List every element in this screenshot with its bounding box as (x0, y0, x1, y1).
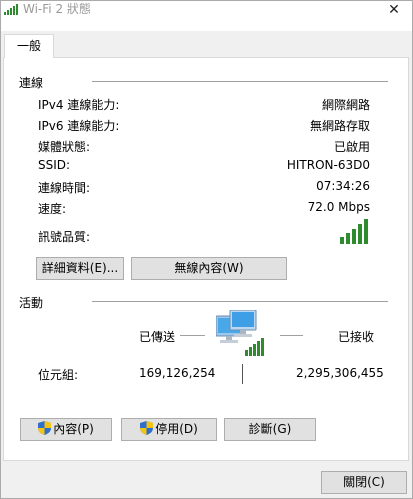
uac-shield-icon (38, 421, 52, 435)
sent-bytes-value: 169,126,254 (139, 366, 216, 380)
ssid-label: SSID: (38, 158, 71, 172)
speed-value: 72.0 Mbps (307, 200, 370, 214)
disable-button[interactable]: 停用(D) (121, 418, 217, 441)
ipv4-label: IPv4 連線能力: (38, 98, 120, 112)
activity-divider (92, 301, 388, 302)
speed-label: 速度: (38, 202, 67, 216)
received-dash (280, 335, 303, 336)
bytes-separator (242, 364, 243, 384)
diagnose-button[interactable]: 診斷(G) (224, 418, 316, 441)
disable-button-label: 停用(D) (155, 422, 198, 436)
wifi-signal-icon (4, 4, 18, 15)
general-panel: 連線 IPv4 連線能力: 網際網路 IPv6 連線能力: 無網路存取 媒體狀態… (3, 57, 409, 461)
details-button[interactable]: 詳細資料(E)... (36, 257, 124, 280)
duration-value: 07:34:26 (316, 179, 370, 193)
ssid-value: HITRON-63D0 (286, 158, 370, 172)
signal-strength-full-icon (340, 219, 368, 244)
close-button[interactable]: 關閉(C) (321, 471, 407, 494)
media-state-label: 媒體狀態: (38, 140, 91, 154)
ipv6-label: IPv6 連線能力: (38, 119, 120, 133)
close-window-icon[interactable]: ✕ (380, 1, 408, 23)
connection-divider (92, 81, 388, 82)
bytes-label: 位元組: (38, 368, 79, 382)
status-window: Wi-Fi 2 狀態 ✕ 一般 連線 IPv4 連線能力: 網際網路 IPv6 … (0, 0, 413, 499)
signal-quality-label: 訊號品質: (38, 230, 91, 244)
tab-general[interactable]: 一般 (4, 34, 54, 58)
ipv6-value: 無網路存取 (309, 119, 370, 133)
received-bytes-value: 2,295,306,455 (296, 366, 384, 380)
sent-dash (180, 335, 205, 336)
duration-label: 連線時間: (38, 181, 91, 195)
ipv4-value: 網際網路 (321, 98, 370, 112)
sent-label: 已傳送 (139, 330, 176, 344)
properties-button-label: 內容(P) (53, 422, 94, 436)
window-title: Wi-Fi 2 狀態 (23, 2, 91, 16)
activity-section-label: 活動 (19, 296, 44, 310)
connection-section-label: 連線 (19, 76, 44, 90)
wireless-properties-button[interactable]: 無線內容(W) (131, 257, 287, 280)
title-bar[interactable]: Wi-Fi 2 狀態 ✕ (1, 1, 412, 31)
properties-button[interactable]: 內容(P) (20, 418, 112, 441)
media-state-value: 已啟用 (333, 140, 370, 154)
uac-shield-icon (140, 421, 154, 435)
received-label: 已接收 (338, 330, 375, 344)
network-computers-icon (216, 310, 264, 356)
